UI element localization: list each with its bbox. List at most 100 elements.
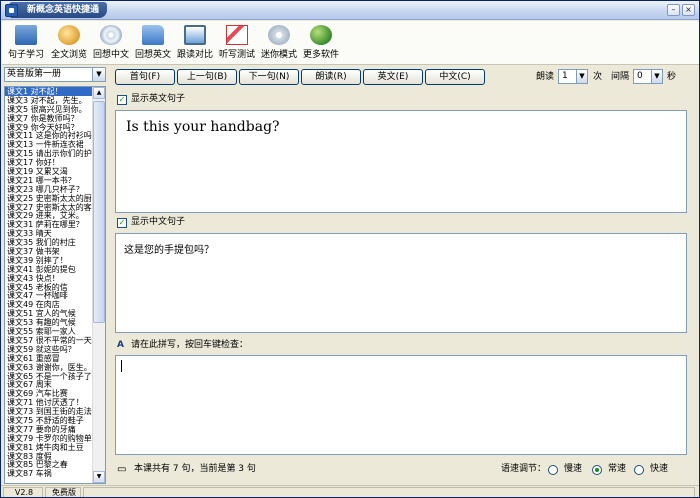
- lesson-list-item[interactable]: 课文9 你今天好吗？: [5, 123, 93, 132]
- lesson-list-item[interactable]: 课文11 这是你的衬衫吗？: [5, 131, 93, 141]
- toolbar-mini-mode-button[interactable]: 迷你模式: [259, 22, 299, 64]
- chevron-down-icon[interactable]: ▼: [92, 68, 105, 81]
- lesson-list-item[interactable]: 课文31 萨莉在哪里？: [5, 220, 93, 229]
- lesson-list-item[interactable]: 课文81 烤牛肉和土豆: [5, 443, 93, 452]
- lesson-list-item[interactable]: 课文15 请出示你们的护照: [5, 149, 93, 158]
- lesson-list-item[interactable]: 课文37 做书架: [5, 247, 93, 256]
- toolbar-more-software-button[interactable]: 更多软件: [301, 22, 341, 64]
- lesson-list-item[interactable]: 课文25 史密斯太太的厨房: [5, 194, 93, 203]
- lesson-list-item[interactable]: 课文85 巴黎之春: [5, 460, 93, 469]
- lesson-list-item[interactable]: 课文35 我们的村庄: [5, 238, 93, 247]
- title-bar[interactable]: 新概念英语快捷通 – ×: [1, 1, 699, 20]
- toolbar-sentence-study-button[interactable]: 句子学习: [6, 22, 46, 64]
- lesson-list-item[interactable]: 课文45 老板的信: [5, 283, 93, 292]
- toolbar-follow-read-button[interactable]: 跟读对比: [175, 22, 215, 64]
- show-english-checkbox[interactable]: ✓: [117, 95, 127, 105]
- lesson-list-item[interactable]: 课文21 哪一本书？: [5, 176, 93, 185]
- lesson-list-scrollbar[interactable]: ▲ ▼: [92, 87, 105, 483]
- lesson-list-item[interactable]: 课文33 晴天: [5, 229, 93, 238]
- lesson-list-item[interactable]: 课文57 很不平常的一天: [5, 336, 93, 345]
- previous-sentence-button[interactable]: 上一句(B): [177, 69, 237, 85]
- speed-fast-label: 快速: [650, 464, 669, 474]
- lesson-list-item[interactable]: 课文27 史密斯太太的客厅: [5, 203, 93, 212]
- chinese-sentence-box: 这是您的手提包吗？: [115, 233, 687, 333]
- minimize-button[interactable]: –: [667, 4, 680, 16]
- toolbar-full-text-button[interactable]: 全文浏览: [49, 22, 89, 64]
- chevron-down-icon[interactable]: ▼: [651, 70, 662, 83]
- lesson-info: 本课共有 7 句，当前是第 3 句: [134, 464, 256, 474]
- english-sentence: Is this your handbag?: [126, 119, 280, 135]
- close-button[interactable]: ×: [682, 4, 695, 16]
- lesson-list-item[interactable]: 课文17 你好！: [5, 158, 93, 167]
- toolbar-recall-chinese-button[interactable]: 回想中文: [91, 22, 131, 64]
- recall-chinese-icon: [100, 25, 122, 45]
- lesson-list-item[interactable]: 课文83 度假: [5, 452, 93, 461]
- scrollbar-thumb[interactable]: [93, 101, 105, 323]
- lesson-list-item[interactable]: 课文41 彭妮的提包: [5, 265, 93, 274]
- lesson-list-item[interactable]: 课文47 一杯咖啡: [5, 291, 93, 301]
- lesson-list-item[interactable]: 课文61 重感冒: [5, 354, 93, 363]
- lesson-list-item[interactable]: 课文69 汽车比赛: [5, 389, 93, 398]
- lesson-list-item[interactable]: 课文43 快点！: [5, 274, 93, 283]
- next-sentence-button[interactable]: 下一句(N): [239, 69, 299, 85]
- spelling-a-icon: A: [117, 340, 124, 350]
- lesson-list-item[interactable]: 课文87 车祸: [5, 469, 93, 478]
- lesson-list-item[interactable]: 课文79 卡罗尔的购物单: [5, 434, 93, 443]
- lesson-list-item[interactable]: 课文23 哪几只杯子？: [5, 185, 93, 194]
- dictation-icon: [226, 25, 248, 45]
- lesson-list-item[interactable]: 课文63 谢谢你，医生。: [5, 363, 93, 372]
- lesson-list-item[interactable]: 课文39 别摔了！: [5, 256, 93, 265]
- chinese-sentence: 这是您的手提包吗？: [124, 245, 214, 256]
- interval-select[interactable]: 0 ▼: [633, 69, 663, 84]
- read-aloud-button[interactable]: 朗读(R): [301, 69, 361, 85]
- main-toolbar: 句子学习 全文浏览 回想中文 回想英文 跟读对比 听写测试 迷你模式 更多软件: [2, 21, 699, 65]
- lesson-list-item[interactable]: 课文51 宜人的气候: [5, 309, 93, 318]
- lesson-list-item[interactable]: 课文53 有趣的气候: [5, 318, 93, 327]
- read-count-unit: 次: [593, 72, 603, 82]
- toolbar-recall-english-button[interactable]: 回想英文: [133, 22, 173, 64]
- lesson-list-item[interactable]: 课文77 要命的牙痛: [5, 425, 93, 434]
- spelling-input[interactable]: [115, 355, 687, 455]
- chevron-down-icon[interactable]: ▼: [576, 70, 587, 83]
- read-count-select[interactable]: 1 ▼: [558, 69, 588, 84]
- lesson-list-item[interactable]: 课文65 不是一个孩子了: [5, 372, 93, 381]
- lesson-list-item[interactable]: 课文75 不舒适的鞋子: [5, 416, 93, 425]
- speed-fast-radio[interactable]: [634, 465, 644, 475]
- toolbar-dictation-button[interactable]: 听写测试: [217, 22, 257, 64]
- show-chinese-checkbox[interactable]: ✓: [117, 218, 127, 228]
- lesson-list-item[interactable]: 课文29 进来，艾米。: [5, 211, 93, 221]
- lesson-list-item[interactable]: 课文71 他讨厌透了！: [5, 398, 93, 407]
- lesson-list-item[interactable]: 课文49 在肉店: [5, 300, 93, 309]
- lesson-list[interactable]: 课文1 对不起！ 课文3 对不起，先生。 课文5 很高兴见到你。 课文7 你是教师吗？…: [4, 86, 106, 484]
- text-caret: [121, 360, 122, 372]
- more-software-icon: [310, 25, 332, 45]
- full-text-icon: [58, 25, 80, 45]
- lesson-list-item[interactable]: 课文3 对不起，先生。: [5, 96, 93, 105]
- scroll-up-arrow-icon[interactable]: ▲: [93, 87, 105, 99]
- status-version: V2.8: [3, 487, 43, 497]
- book-select[interactable]: 英音版第一册 ▼: [4, 67, 106, 82]
- lesson-list-item[interactable]: 课文7 你是教师吗？: [5, 114, 93, 123]
- toolbar-label: 听写测试: [218, 50, 255, 60]
- lesson-list-item[interactable]: 课文13 一件新连衣裙: [5, 140, 93, 149]
- english-sentence-box: Is this your handbag?: [115, 110, 687, 213]
- lesson-list-item[interactable]: 课文59 就这些吗？: [5, 345, 93, 354]
- lesson-list-item[interactable]: 课文67 周末: [5, 380, 93, 389]
- chinese-button[interactable]: 中文(C): [425, 69, 485, 85]
- english-button[interactable]: 英文(E): [363, 69, 423, 85]
- toolbar-label: 句子学习: [7, 50, 44, 60]
- lesson-list-item[interactable]: 课文73 到国王街的走法: [5, 407, 93, 416]
- lesson-list-item[interactable]: 课文1 对不起！: [5, 87, 93, 96]
- scroll-down-arrow-icon[interactable]: ▼: [93, 471, 105, 483]
- speed-normal-label: 常速: [608, 464, 627, 474]
- lesson-list-item[interactable]: 课文55 索耶一家人: [5, 327, 93, 336]
- lesson-list-item[interactable]: 课文19 又累又渴: [5, 167, 93, 176]
- show-chinese-label: 显示中文句子: [131, 217, 186, 227]
- lesson-list-item[interactable]: 课文5 很高兴见到你。: [5, 105, 93, 114]
- speed-slow-radio[interactable]: [548, 465, 558, 475]
- lesson-info-icon: ▭: [117, 464, 127, 475]
- speed-normal-radio[interactable]: [592, 465, 602, 475]
- first-sentence-button[interactable]: 首句(F): [115, 69, 175, 85]
- main-window: 新概念英语快捷通 – × 句子学习 全文浏览 回想中文 回想英文 跟读对比 听写…: [0, 0, 700, 498]
- status-message: [83, 487, 695, 497]
